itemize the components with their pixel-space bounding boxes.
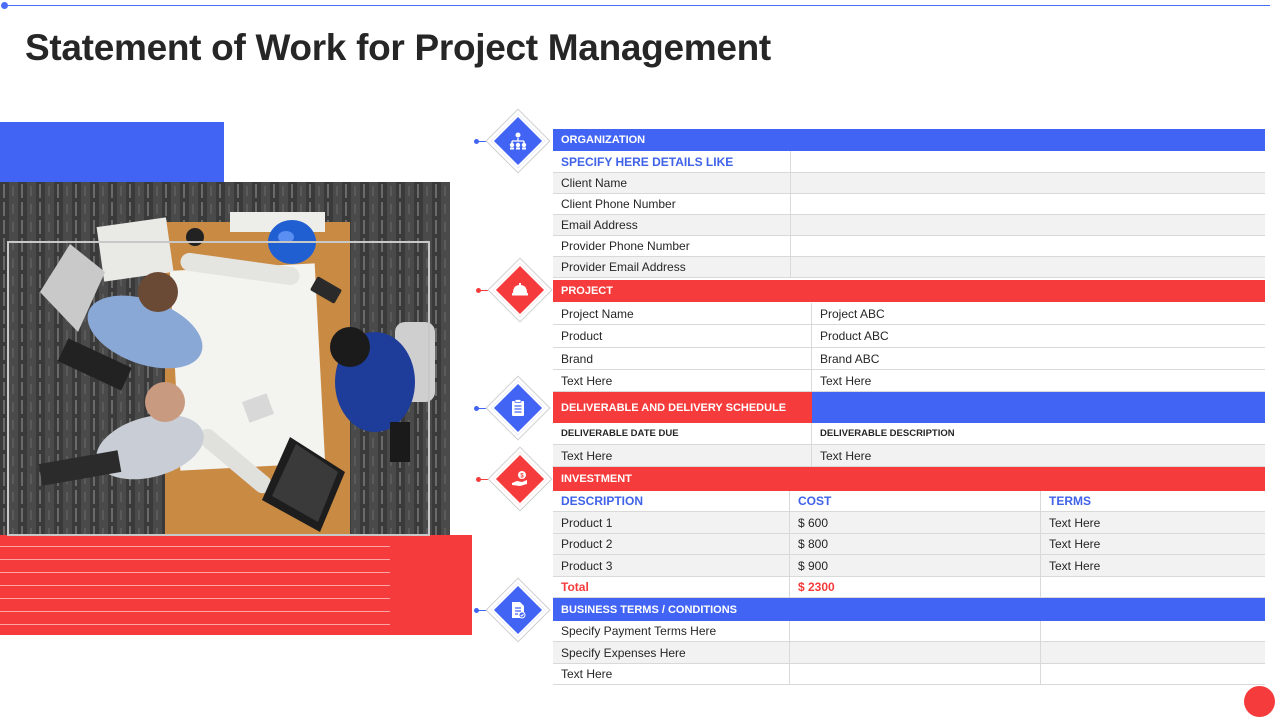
project-value[interactable]: Product ABC [812, 325, 1265, 347]
table-row: Client Phone Number [553, 194, 1265, 215]
deliverable-columns-row: DELIVERABLE DATE DUE DELIVERABLE DESCRIP… [553, 423, 1265, 445]
organization-label: Provider Email Address [553, 257, 791, 277]
table-row: Specify Expenses Here [553, 642, 1265, 664]
organization-value-cell[interactable] [791, 215, 1265, 235]
top-rule [4, 5, 1270, 6]
business-label: Specify Payment Terms Here [553, 621, 790, 641]
table-row: Brand Brand ABC [553, 348, 1265, 370]
investment-terms: Text Here [1049, 515, 1101, 530]
organization-label: Client Name [553, 173, 791, 193]
organization-label: Client Phone Number [553, 194, 791, 214]
deliverable-date-header: DELIVERABLE DATE DUE [553, 423, 812, 444]
page-title: Statement of Work for Project Management [25, 27, 771, 68]
table-row: Client Name [553, 173, 1265, 194]
business-label: Specify Expenses Here [553, 642, 790, 663]
deliverable-header-fill [812, 392, 1265, 423]
business-value-cell[interactable] [1041, 664, 1265, 684]
table-row: Provider Phone Number [553, 236, 1265, 257]
investment-description: Product 1 [553, 512, 790, 533]
project-label: Project Name [553, 303, 812, 324]
table-row: Product 1 $ 600 Text Here [553, 512, 1265, 534]
investment-header: INVESTMENT [553, 467, 1265, 491]
business-header: BUSINESS TERMS / CONDITIONS [553, 598, 1265, 621]
organization-subheader: SPECIFY HERE DETAILS LIKE [553, 151, 791, 172]
table-row: Project Name Project ABC [553, 303, 1265, 325]
investment-col-cost: COST [790, 491, 1041, 511]
red-block-stripe [0, 585, 390, 586]
investment-total-value: $ 2300 [790, 577, 1041, 597]
clipboard-icon [506, 396, 530, 420]
table-row: Product Product ABC [553, 325, 1265, 348]
business-value-cell[interactable] [790, 621, 1041, 641]
business-value-cell[interactable] [790, 642, 1041, 663]
business-value-cell[interactable] [790, 664, 1041, 684]
red-block-stripe [0, 572, 390, 573]
red-block-stripe [0, 624, 390, 625]
deliverable-description-header: DELIVERABLE DESCRIPTION [820, 428, 955, 439]
business-value-cell[interactable] [1041, 621, 1265, 641]
red-accent-block [0, 535, 472, 635]
table-row: Text Here Text Here [553, 370, 1265, 392]
investment-cost: $ 900 [790, 555, 1041, 576]
investment-col-description: DESCRIPTION [553, 491, 790, 511]
investment-total-row: Total $ 2300 [553, 577, 1265, 598]
photo-frame [7, 241, 430, 536]
business-value-cell[interactable] [1041, 642, 1265, 663]
deliverable-header: DELIVERABLE AND DELIVERY SCHEDULE [553, 392, 812, 423]
organization-label: Email Address [553, 215, 791, 235]
investment-columns-row: DESCRIPTION COST TERMS [553, 491, 1265, 512]
table-row: Text Here Text Here [553, 445, 1265, 467]
project-header: PROJECT [553, 280, 1265, 302]
organization-value-cell[interactable] [791, 151, 1265, 172]
deliverable-description[interactable]: Text Here [812, 445, 1265, 466]
organization-value-cell[interactable] [791, 257, 1265, 277]
project-value[interactable]: Brand ABC [812, 348, 1265, 369]
organization-label: Provider Phone Number [553, 236, 791, 256]
corner-accent-dot [1244, 686, 1275, 717]
project-label: Text Here [553, 370, 812, 391]
table-row: Text Here [553, 664, 1265, 685]
money-hand-icon: $ [508, 467, 532, 491]
table-row: Product 3 $ 900 Text Here [553, 555, 1265, 577]
red-block-stripe [0, 598, 390, 599]
investment-cost: $ 600 [790, 512, 1041, 533]
investment-description: Product 2 [553, 534, 790, 554]
red-block-stripe [0, 559, 390, 560]
top-rule-dot [1, 2, 8, 9]
table-row: Product 2 $ 800 Text Here [553, 534, 1265, 555]
project-value[interactable]: Project ABC [812, 303, 1265, 324]
deliverable-date[interactable]: Text Here [553, 445, 812, 466]
table-row: Email Address [553, 215, 1265, 236]
hard-hat-icon [508, 278, 532, 302]
project-label: Brand [553, 348, 812, 369]
organization-value-cell[interactable] [791, 194, 1265, 214]
investment-terms: Text Here [1049, 537, 1101, 551]
team-hierarchy-icon [506, 129, 530, 153]
table-row: Provider Email Address [553, 257, 1265, 278]
red-block-stripe [0, 611, 390, 612]
project-value[interactable]: Text Here [812, 370, 1265, 391]
organization-header: ORGANIZATION [553, 129, 1265, 151]
organization-subheader-row: SPECIFY HERE DETAILS LIKE [553, 151, 1265, 173]
red-block-stripe [0, 546, 390, 547]
organization-value-cell[interactable] [791, 173, 1265, 193]
investment-terms: Text Here [1049, 558, 1101, 573]
table-row: Specify Payment Terms Here [553, 621, 1265, 642]
investment-col-terms: TERMS [1049, 494, 1091, 508]
investment-total-label: Total [553, 577, 790, 597]
investment-description: Product 3 [553, 555, 790, 576]
project-label: Product [553, 325, 812, 347]
business-label: Text Here [553, 664, 790, 684]
document-check-icon [506, 598, 530, 622]
investment-cost: $ 800 [790, 534, 1041, 554]
investment-total-terms [1041, 577, 1265, 597]
organization-value-cell[interactable] [791, 236, 1265, 256]
blue-accent-block [0, 122, 224, 184]
